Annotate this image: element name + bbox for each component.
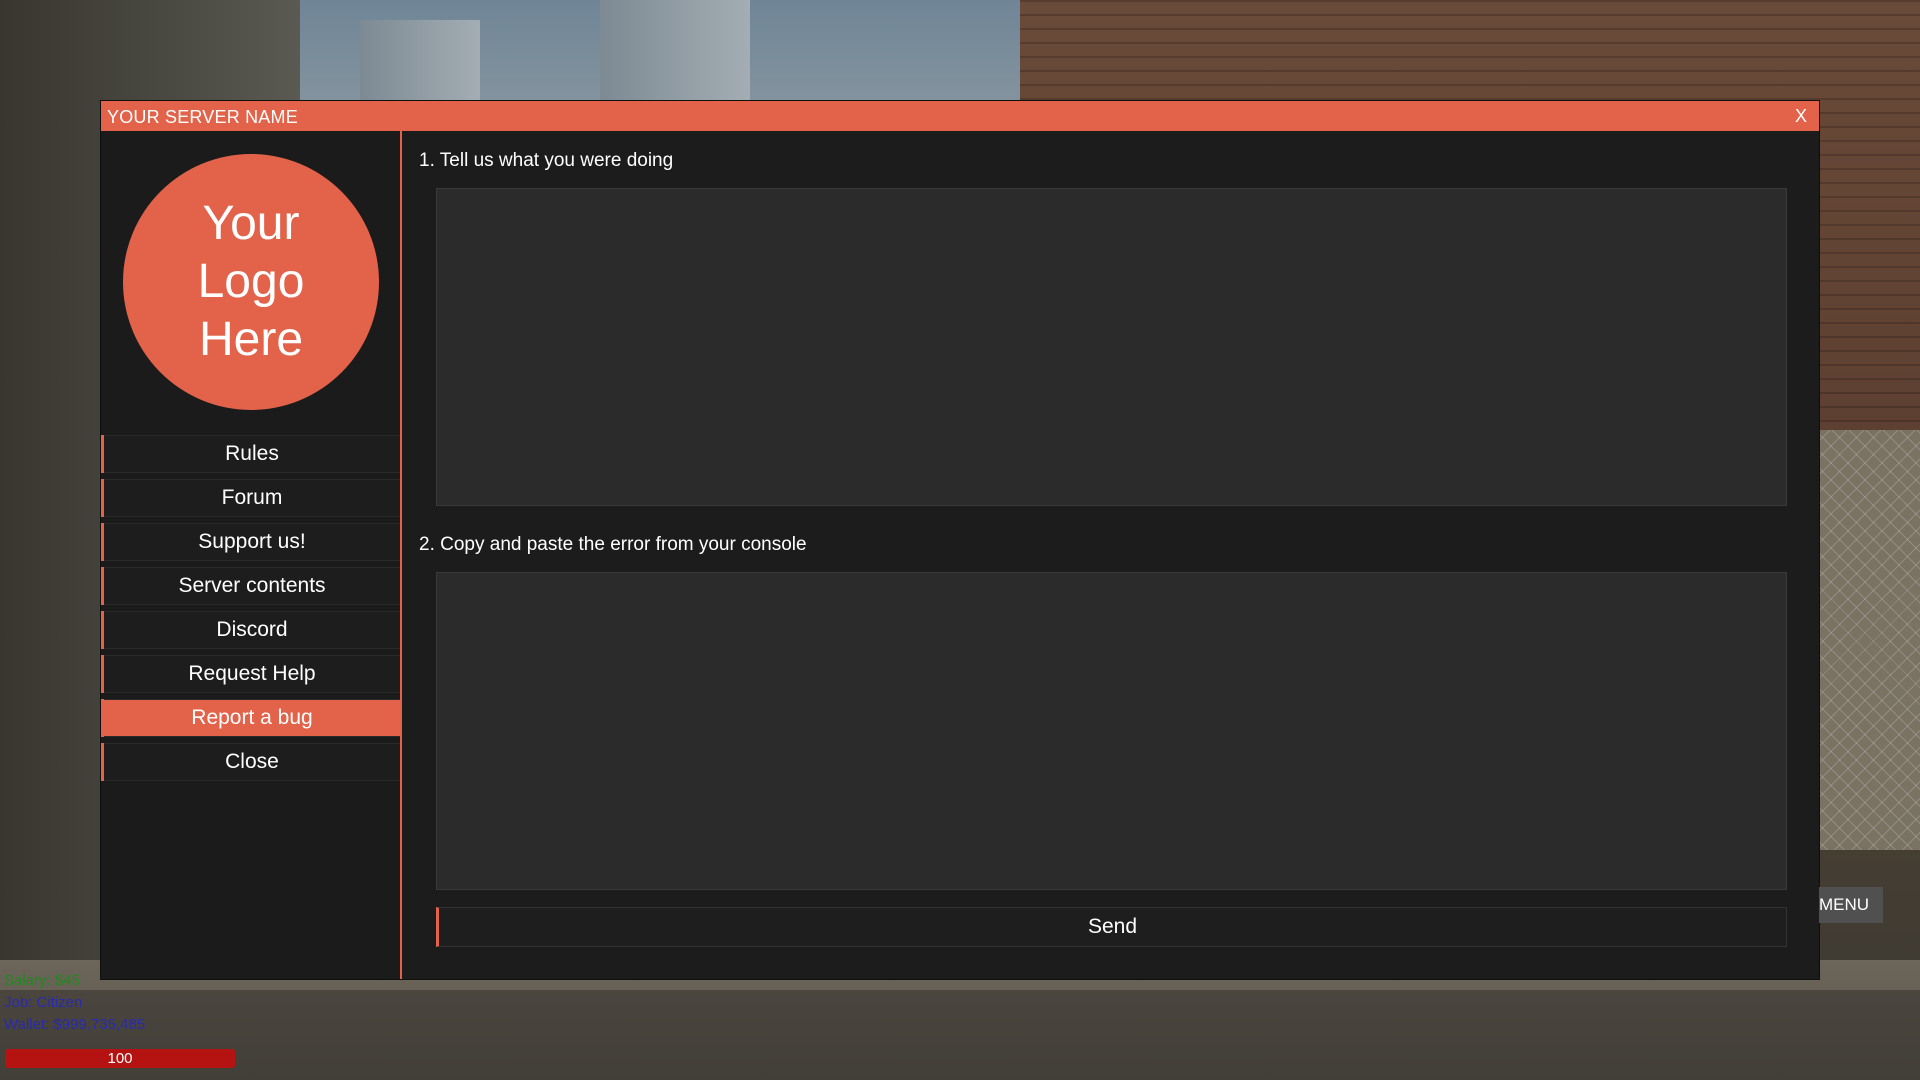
window-title: YOUR SERVER NAME bbox=[107, 107, 298, 127]
server-menu-window: YOUR SERVER NAME X Your Logo Here Rules … bbox=[101, 101, 1819, 979]
hud-wallet: Wallet: $999,735,485 bbox=[4, 1016, 146, 1033]
sidebar-item-close[interactable]: Close bbox=[101, 743, 400, 781]
sidebar-item-server-contents[interactable]: Server contents bbox=[101, 567, 400, 605]
sidebar-item-support[interactable]: Support us! bbox=[101, 523, 400, 561]
hud-salary: Salary: $45 bbox=[4, 972, 80, 989]
title-bar: YOUR SERVER NAME X bbox=[101, 101, 1819, 131]
sidebar-nav: Rules Forum Support us! Server contents … bbox=[101, 435, 400, 787]
sidebar: Your Logo Here Rules Forum Support us! S… bbox=[101, 131, 401, 979]
hud-stats: Salary: $45 Job: Citizen Wallet: $999,73… bbox=[4, 970, 145, 1036]
health-bar: 100 bbox=[5, 1049, 235, 1068]
hud-menu-button[interactable]: MENU bbox=[1819, 887, 1883, 923]
background-skyscraper bbox=[600, 0, 750, 100]
background-skyscraper bbox=[360, 20, 480, 100]
hud-job: Job: Citizen bbox=[4, 994, 83, 1011]
street-shadow bbox=[0, 990, 1920, 1080]
step1-label: 1. Tell us what you were doing bbox=[419, 150, 674, 171]
sidebar-item-rules[interactable]: Rules bbox=[101, 435, 400, 473]
step2-textarea[interactable] bbox=[436, 572, 1787, 890]
close-button[interactable]: X bbox=[1795, 106, 1807, 127]
step1-textarea[interactable] bbox=[436, 188, 1787, 506]
bug-report-panel: 1. Tell us what you were doing 2. Copy a… bbox=[402, 131, 1819, 979]
sidebar-item-request-help[interactable]: Request Help bbox=[101, 655, 400, 693]
sidebar-item-report-bug[interactable]: Report a bug bbox=[101, 699, 400, 737]
sidebar-item-forum[interactable]: Forum bbox=[101, 479, 400, 517]
chainlink-fence bbox=[1810, 430, 1920, 850]
server-logo: Your Logo Here bbox=[123, 154, 379, 410]
sidebar-item-discord[interactable]: Discord bbox=[101, 611, 400, 649]
send-button[interactable]: Send bbox=[436, 907, 1787, 947]
step2-label: 2. Copy and paste the error from your co… bbox=[419, 534, 807, 555]
